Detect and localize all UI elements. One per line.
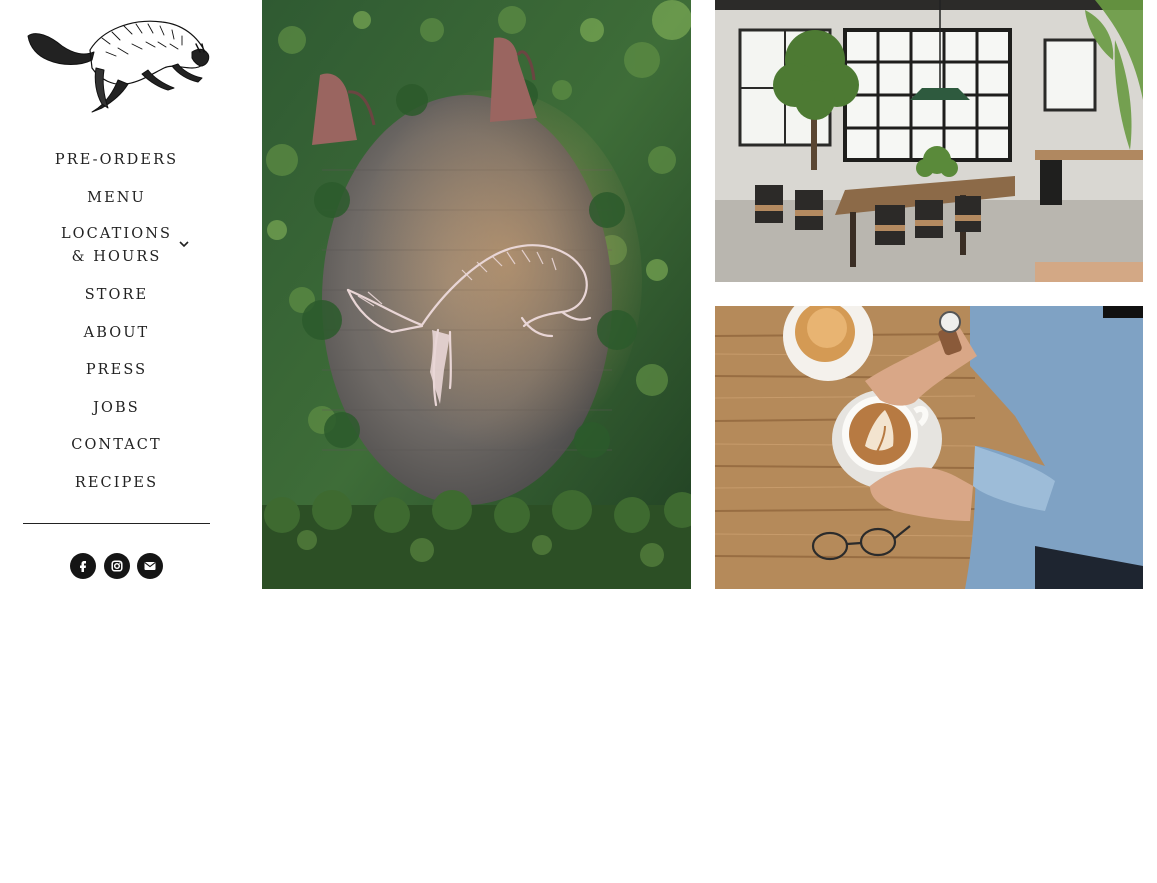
nav-item-label: RECIPES	[74, 474, 159, 491]
main-nav: PRE-ORDERS MENU LOCATIONS & HOURS STORE …	[0, 148, 233, 508]
nav-item-about[interactable]: ABOUT	[0, 321, 233, 359]
gallery-image-fox-mural[interactable]	[262, 0, 691, 589]
nav-item-label: JOBS	[93, 399, 140, 416]
chevron-down-icon[interactable]	[178, 240, 190, 248]
social-links	[70, 553, 164, 580]
nav-item-label: PRE-ORDERS	[54, 152, 179, 168]
email-icon[interactable]	[137, 553, 163, 579]
sidebar: PRE-ORDERS MENU LOCATIONS & HOURS STORE …	[0, 0, 233, 883]
nav-item-pre-orders[interactable]: PRE-ORDERS	[0, 148, 233, 186]
nav-item-label: PRESS	[85, 362, 148, 378]
nav-item-label: ABOUT	[83, 324, 150, 341]
fox-logo[interactable]	[22, 8, 212, 118]
gallery-image-latte-table[interactable]	[715, 306, 1143, 589]
nav-item-label: CONTACT	[71, 437, 162, 453]
nav-item-label: STORE	[84, 287, 149, 303]
nav-item-menu[interactable]: MENU	[0, 186, 233, 224]
sidebar-divider	[23, 523, 210, 524]
nav-item-store[interactable]: STORE	[0, 283, 233, 321]
nav-item-press[interactable]: PRESS	[0, 358, 233, 396]
gallery-image-cafe-interior[interactable]	[715, 0, 1143, 282]
nav-item-contact[interactable]: CONTACT	[0, 433, 233, 471]
nav-item-label: MENU	[87, 189, 146, 206]
nav-item-locations-hours[interactable]: LOCATIONS & HOURS	[0, 223, 233, 283]
facebook-icon[interactable]	[70, 553, 96, 579]
nav-item-recipes[interactable]: RECIPES	[0, 471, 233, 509]
nav-item-jobs[interactable]: JOBS	[0, 396, 233, 434]
nav-item-label: LOCATIONS & HOURS	[60, 226, 173, 265]
instagram-icon[interactable]	[104, 553, 130, 579]
